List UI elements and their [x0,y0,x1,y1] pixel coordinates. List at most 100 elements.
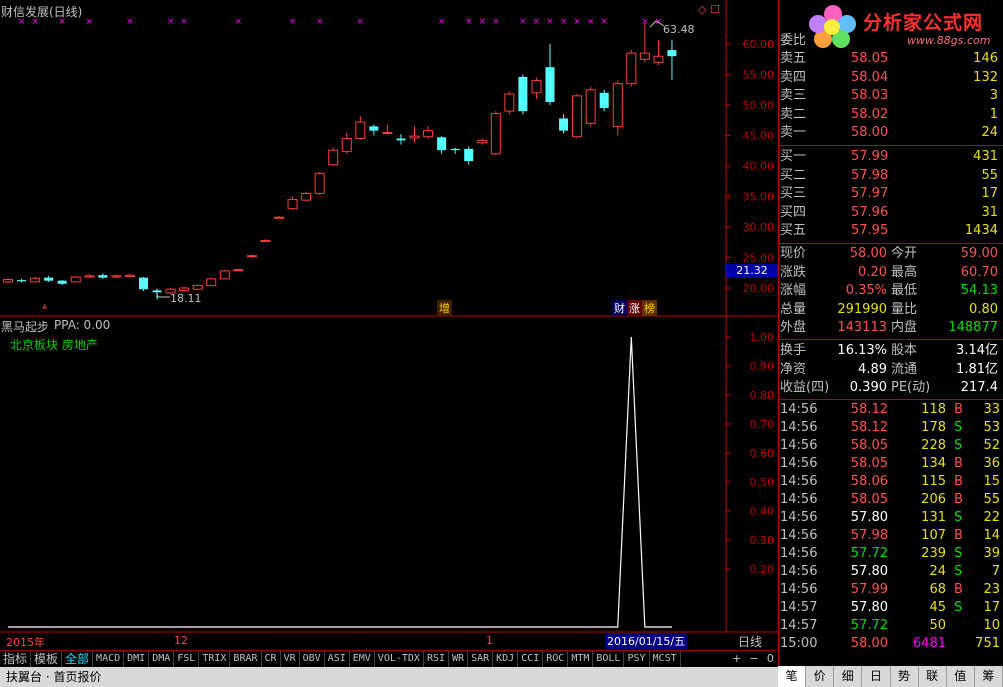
candle-up [341,138,352,152]
indicator-tab-boll[interactable]: BOLL [593,651,625,668]
panel-tab-3[interactable]: 日 [862,666,891,687]
zoom-out-button[interactable]: − [750,651,759,667]
bid-volume: 55 [981,167,998,183]
bid-row[interactable]: 买二 57.98 55 [779,167,1003,185]
price-axis-label: 50.00 [743,99,775,112]
indicator-tab-vr[interactable]: VR [281,651,300,668]
indicator-tab-wr[interactable]: WR [449,651,469,668]
indicator-tab-kdj[interactable]: KDJ [493,651,519,668]
ask-row[interactable]: 卖四 58.04 132 [779,69,1003,87]
quote-row[interactable]: 总量 291990 量比 0.80 [779,301,1003,319]
ask-volume: 1 [989,106,998,122]
chart-control-icons[interactable]: ◇ ☐ [698,3,720,16]
status-left[interactable]: 扶翼台 · 首页报价 [6,670,101,684]
candle-up [260,239,271,242]
bid-row[interactable]: 买四 57.96 31 [779,204,1003,222]
tick-row[interactable]: 14:56 58.06 115 B 15 [779,473,1003,491]
bid-row[interactable]: 买三 57.97 17 [779,185,1003,203]
ask-row[interactable]: 卖五 58.05 146 [779,50,1003,68]
tick-row[interactable]: 14:57 57.80 45 S 17 [779,599,1003,617]
ask-row[interactable]: 卖二 58.02 1 [779,106,1003,124]
candle-up [192,285,203,290]
indicator-tab-trix[interactable]: TRIX [199,651,231,668]
indicator-tab-brar[interactable]: BRAR [230,651,262,668]
kline-chart[interactable]: × × × × × × × × × × × × × × × × × × × × × × × × 60.0055.0050.00… [0,0,778,650]
indicator-tab-dma[interactable]: DMA [149,651,175,668]
ind-axis-label: 0.60 [750,447,775,460]
fundamental-row[interactable]: 净资 4.89 流通 1.81亿 [779,361,1003,379]
tick-side: B [954,402,963,417]
panel-tab-5[interactable]: 联 [919,666,947,687]
indicator-tab-vol-tdx[interactable]: VOL-TDX [375,651,424,668]
tick-row[interactable]: 14:56 57.99 68 B 23 [779,581,1003,599]
candle-down [518,76,528,112]
fundamental-row[interactable]: 换手 16.13% 股本 3.14亿 [779,342,1003,360]
tick-row[interactable]: 14:56 58.05 134 B 36 [779,455,1003,473]
event-cai[interactable]: 财 [612,300,627,316]
quote-row[interactable]: 外盘 143113 内盘 148877 [779,319,1003,337]
tick-row[interactable]: 14:56 58.05 206 B 55 [779,491,1003,509]
tick-row[interactable]: 14:56 58.12 118 B 33 [779,401,1003,419]
ask-price: 58.03 [851,88,889,103]
indicator-tab-fsl[interactable]: FSL [174,651,200,668]
reset-button[interactable]: 0 [767,651,774,667]
panel-tab-0[interactable]: 笔 [778,666,807,687]
signal-marker: × [289,17,297,27]
fund-label: 净资 [780,361,807,377]
tick-count: 36 [983,456,1000,471]
fund-label: 换手 [780,343,807,358]
panel-tab-7[interactable]: 筹 [975,666,1003,687]
indicator-tab-dmi[interactable]: DMI [124,651,150,668]
bid-row[interactable]: 买一 57.99 431 [779,148,1003,166]
fundamental-row[interactable]: 收益(四) 0.390 PE(动) 217.4 [779,379,1003,397]
period-label[interactable]: 日线 [738,633,762,650]
indicator-tab-模板[interactable]: 模板 [31,651,63,668]
current-price-tag: 21.32 [726,264,778,278]
ask-row[interactable]: 卖三 58.03 3 [779,87,1003,105]
ind-axis-label: 0.90 [750,360,775,373]
event-zeng[interactable]: 增 [437,300,452,316]
tick-row[interactable]: 14:56 58.05 228 S 52 [779,437,1003,455]
indicator-tab-sar[interactable]: SAR [468,651,494,668]
quote-row[interactable]: 现价 58.00 今开 59.00 [779,245,1003,263]
chart-area[interactable]: × × × × × × × × × × × × × × × × × × × × × × × × 60.00 55.00 50.00… [0,0,778,650]
tick-row[interactable]: 14:56 57.98 107 B 14 [779,527,1003,545]
indicator-tab-emv[interactable]: EMV [350,651,375,668]
indicator-tab-mcst[interactable]: MCST [650,651,681,668]
tick-row[interactable]: 14:56 58.12 178 S 53 [779,419,1003,437]
indicator-tab-cr[interactable]: CR [262,651,281,668]
indicator-tab-指标[interactable]: 指标 [0,651,32,668]
candle-down [57,280,67,284]
indicator-tab-asi[interactable]: ASI [325,651,350,668]
fund-label: 收益(四) [780,380,830,395]
event-zhang[interactable]: 涨 [627,300,642,316]
candle-down [369,126,379,131]
bid-row[interactable]: 买五 57.95 1434 [779,222,1003,240]
panel-tab-4[interactable]: 势 [891,666,919,687]
quote-row[interactable]: 涨跌 0.20 最高 60.70 [779,264,1003,282]
tick-row[interactable]: 15:00 58.00 6481 751 [779,635,1003,653]
zoom-in-button[interactable]: + [732,651,741,667]
event-bang[interactable]: 榜 [642,300,657,316]
panel-tab-2[interactable]: 细 [834,666,863,687]
tick-row[interactable]: 14:56 57.80 24 S 7 [779,563,1003,581]
indicator-name[interactable]: 黑马起步 [1,318,49,335]
tick-row[interactable]: 14:57 57.72 50 10 [779,617,1003,635]
indicator-tab-cci[interactable]: CCI [518,651,544,668]
indicator-tab-roc[interactable]: ROC [543,651,569,668]
candle-up [314,172,325,194]
panel-tab-6[interactable]: 值 [947,666,975,687]
panel-tab-1[interactable]: 价 [806,666,835,687]
indicator-tab-全部[interactable]: 全部 [62,651,94,668]
signal-arrow-icon: ⩓ [42,302,48,312]
quote-row[interactable]: 涨幅 0.35% 最低 54.13 [779,282,1003,300]
tick-side: B [954,456,963,471]
tick-row[interactable]: 14:56 57.80 131 S 22 [779,509,1003,527]
ask-row[interactable]: 卖一 58.00 24 [779,124,1003,142]
indicator-tab-psy[interactable]: PSY [624,651,650,668]
indicator-tab-rsi[interactable]: RSI [424,651,450,668]
tick-row[interactable]: 14:56 57.72 239 S 39 [779,545,1003,563]
indicator-tab-obv[interactable]: OBV [300,651,325,668]
indicator-tab-macd[interactable]: MACD [93,651,125,668]
indicator-tab-mtm[interactable]: MTM [568,651,594,668]
